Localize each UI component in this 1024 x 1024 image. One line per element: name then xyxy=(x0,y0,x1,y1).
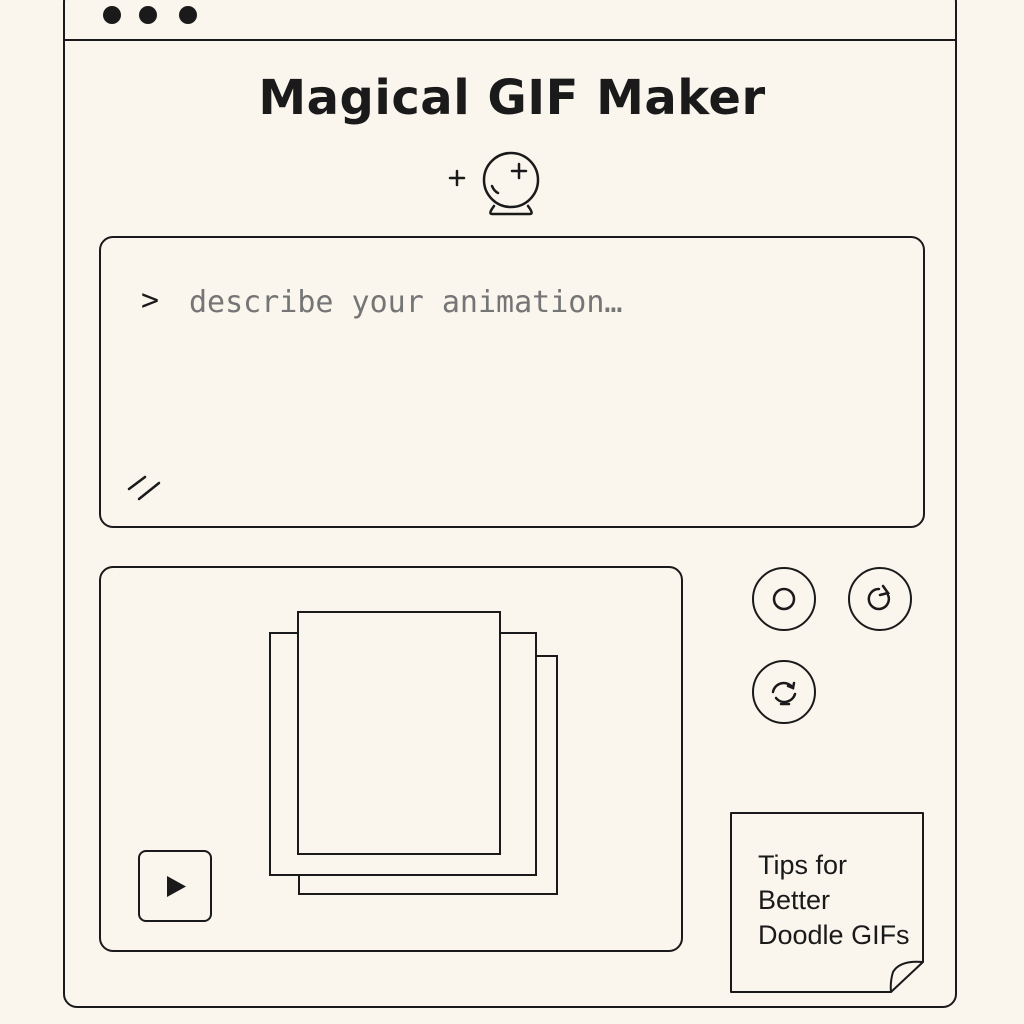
titlebar-divider xyxy=(65,39,955,41)
crystal-ball-icon xyxy=(448,151,540,216)
prompt-input[interactable] xyxy=(187,284,891,321)
prompt-caret: > xyxy=(141,283,160,318)
tips-card[interactable]: Tips for Better Doodle GIFs xyxy=(730,812,924,994)
page-title: Magical GIF Maker xyxy=(258,70,766,126)
prompt-box[interactable]: > xyxy=(99,236,925,528)
window-dot-2[interactable] xyxy=(139,6,157,24)
tips-label: Tips for Better Doodle GIFs xyxy=(758,850,910,950)
resize-handle-icon[interactable] xyxy=(125,473,165,503)
play-icon xyxy=(167,876,186,897)
preview-panel xyxy=(99,566,683,952)
window-dot-3[interactable] xyxy=(179,6,197,24)
loop-button[interactable] xyxy=(752,660,816,724)
frame-front xyxy=(297,611,501,855)
circle-icon xyxy=(772,587,796,611)
play-button[interactable] xyxy=(138,850,212,922)
rotate-clockwise-icon xyxy=(867,584,891,611)
redo-button[interactable] xyxy=(848,567,912,631)
record-button[interactable] xyxy=(752,567,816,631)
loop-icon xyxy=(771,681,797,706)
window-dot-1[interactable] xyxy=(103,6,121,24)
